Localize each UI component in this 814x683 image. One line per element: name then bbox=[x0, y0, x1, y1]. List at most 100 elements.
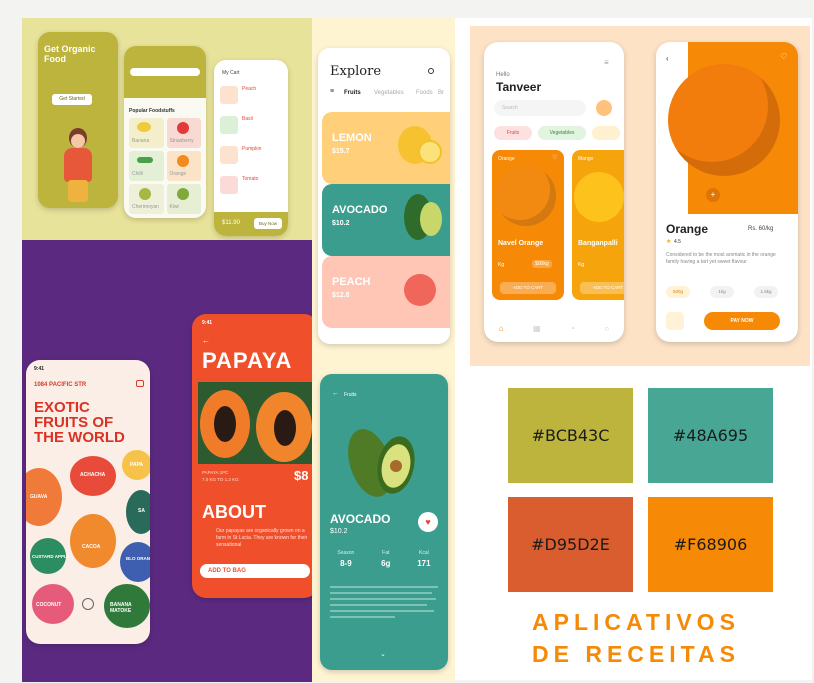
product-price: $00kg bbox=[532, 260, 552, 268]
home-screen: Popular Foodstuffs Banana Strawberry Chi… bbox=[124, 46, 206, 218]
chevron-down-icon[interactable]: ⌄ bbox=[380, 650, 386, 658]
user-name: Tanveer bbox=[496, 80, 542, 94]
add-button[interactable]: + bbox=[706, 188, 720, 202]
peach-image bbox=[404, 274, 436, 306]
stat-value: 8-9 bbox=[340, 559, 352, 568]
mic-button[interactable] bbox=[596, 100, 612, 116]
fruit-label: CUSTARD APPLE bbox=[32, 554, 70, 559]
product-card-mango[interactable]: Mango Banganpalli Kg ADD TO CART bbox=[572, 150, 624, 300]
bell-icon[interactable]: ◔ bbox=[570, 324, 575, 333]
fruit-label: ACHACHA bbox=[80, 472, 106, 478]
weight-option-1kg[interactable]: 1kg bbox=[710, 286, 734, 298]
tab-br[interactable]: Br bbox=[438, 90, 444, 96]
product-description: Considered to be the most aromatic in th… bbox=[666, 252, 776, 265]
swatch-orange: #F68906 bbox=[648, 497, 773, 592]
search-icon[interactable] bbox=[428, 68, 434, 74]
product-title: Orange bbox=[666, 222, 709, 236]
explore-panel: Explore ≡ Fruits Vegetables Foods Br LEM… bbox=[312, 18, 455, 682]
weight-option-1-5kg[interactable]: 1.5kg bbox=[754, 286, 778, 298]
card-price: $12.8 bbox=[332, 292, 350, 299]
tab-fruits[interactable]: Fruits bbox=[344, 90, 361, 96]
stat-label: Season bbox=[337, 550, 355, 556]
address-label[interactable]: 1084 PACIFIC STR bbox=[34, 382, 86, 388]
search-input[interactable] bbox=[130, 68, 200, 76]
weight-option-500g[interactable]: 500g bbox=[666, 286, 690, 298]
add-to-bag-button[interactable]: ADD TO BAG bbox=[200, 564, 310, 578]
stat-kcal: Kcal 171 bbox=[417, 550, 430, 568]
tab-vegetables[interactable]: Vegetables bbox=[374, 90, 404, 96]
product-card-orange[interactable]: Orange ♡ Navel Orange Kg $00kg ADD TO CA… bbox=[492, 150, 564, 300]
tab-foods[interactable]: Foods bbox=[416, 90, 433, 96]
stat-fat: Fat 6g bbox=[381, 550, 390, 568]
back-arrow-icon[interactable]: ‹ bbox=[666, 54, 669, 63]
grocery-app-panel: Get Organic Food Get Started Popular Foo… bbox=[22, 18, 312, 240]
exotic-fruits-panel: 9:41 1084 PACIFIC STR EXOTIC FRUITS OF T… bbox=[22, 240, 318, 682]
menu-icon[interactable]: ≡ bbox=[330, 88, 334, 95]
nutrition-stats: Season 8-9 Fat 6g Kcal 171 bbox=[324, 550, 444, 568]
stat-label: Fat bbox=[382, 550, 390, 556]
mango-image bbox=[574, 172, 624, 222]
home-icon[interactable]: ⌂ bbox=[499, 324, 504, 333]
fruit-label: GUAVA bbox=[30, 494, 48, 500]
orange-image bbox=[496, 166, 556, 226]
about-heading: ABOUT bbox=[202, 502, 266, 522]
grid-item-cherimoyan[interactable]: Cherimoyan bbox=[129, 184, 164, 214]
profile-icon[interactable]: ○ bbox=[604, 324, 609, 333]
fruit-label: COCONUT bbox=[36, 602, 62, 608]
grid-item-label: Orange bbox=[169, 171, 187, 177]
orange-large-image bbox=[668, 64, 780, 176]
grid-item-strawberry[interactable]: Strawberry bbox=[166, 118, 201, 148]
back-arrow-icon[interactable]: ← bbox=[332, 390, 339, 397]
grid-item-banana[interactable]: Banana bbox=[129, 118, 164, 148]
cart-item-name: Pumpkin bbox=[242, 146, 262, 152]
favorite-button[interactable]: ♥ bbox=[418, 512, 438, 532]
back-label[interactable]: Fruits bbox=[344, 392, 357, 398]
card-name: PEACH bbox=[332, 276, 371, 288]
cart-item-name: Peach bbox=[242, 86, 257, 92]
grid-icon[interactable]: ▦ bbox=[533, 324, 541, 333]
basket-icon[interactable] bbox=[136, 380, 144, 387]
pay-now-button[interactable]: PAY NOW bbox=[704, 312, 780, 330]
back-arrow-icon[interactable]: ← bbox=[202, 336, 210, 345]
product-tag: Orange bbox=[498, 156, 515, 162]
caption-line-1: APLICATIVOS bbox=[532, 609, 740, 635]
search-input[interactable]: Search bbox=[494, 100, 586, 116]
status-time: 9:41 bbox=[34, 366, 45, 372]
calendar-icon[interactable] bbox=[666, 312, 684, 330]
fruit-label: SA bbox=[138, 508, 145, 514]
get-started-button[interactable]: Get Started bbox=[52, 94, 92, 105]
papaya-image bbox=[198, 382, 318, 464]
fruit-collage: GUAVA ACHACHA PAPA SA CUSTARD APPLE CACO… bbox=[26, 450, 150, 644]
grid-item-kiwi[interactable]: Kiwi bbox=[166, 184, 201, 214]
heart-icon[interactable]: ♡ bbox=[780, 52, 787, 61]
category-fruits[interactable]: Fruits bbox=[494, 126, 532, 140]
grid-item-chilli[interactable]: Chilli bbox=[129, 151, 164, 181]
stat-label: Kcal bbox=[419, 550, 429, 556]
avocado-large-image bbox=[340, 418, 420, 504]
add-to-cart-button[interactable]: ADD TO CART bbox=[500, 282, 556, 294]
cart-item: Pumpkin bbox=[220, 142, 282, 172]
explore-card-lemon[interactable]: LEMON $15.7 bbox=[322, 112, 450, 184]
cart-footer: $11.90 Buy Now bbox=[214, 212, 288, 236]
menu-icon[interactable]: ≡ bbox=[604, 58, 609, 67]
popular-foodstuffs-heading: Popular Foodstuffs bbox=[129, 108, 175, 114]
add-to-cart-button[interactable]: ADD TO CART bbox=[580, 282, 624, 294]
swatch-rust: #D95D2E bbox=[508, 497, 633, 592]
buy-now-button[interactable]: Buy Now bbox=[254, 218, 282, 229]
avocado-description-lines bbox=[330, 586, 438, 622]
hello-label: Hello bbox=[496, 72, 510, 78]
category-more[interactable] bbox=[592, 126, 620, 140]
grid-item-orange[interactable]: Orange bbox=[166, 151, 201, 181]
explore-title: Explore bbox=[330, 64, 382, 79]
card-name: LEMON bbox=[332, 132, 372, 144]
swatch-teal: #48A695 bbox=[648, 388, 773, 483]
papaya-screen: 9:41 ← PAPAYA PAPAYA 1PC 7.0 KG TO 1.2 K… bbox=[192, 314, 318, 598]
fruit-label: BLO ORAN bbox=[126, 556, 150, 561]
search-icon[interactable] bbox=[82, 598, 94, 610]
explore-card-peach[interactable]: PEACH $12.8 bbox=[322, 256, 450, 328]
onboarding-title: Get Organic Food bbox=[44, 44, 96, 64]
explore-card-avocado[interactable]: AVOCADO $10.2 bbox=[322, 184, 450, 256]
product-name: Banganpalli bbox=[578, 240, 618, 247]
category-vegetables[interactable]: Vegetables bbox=[538, 126, 586, 140]
heart-icon[interactable]: ♡ bbox=[552, 154, 557, 161]
